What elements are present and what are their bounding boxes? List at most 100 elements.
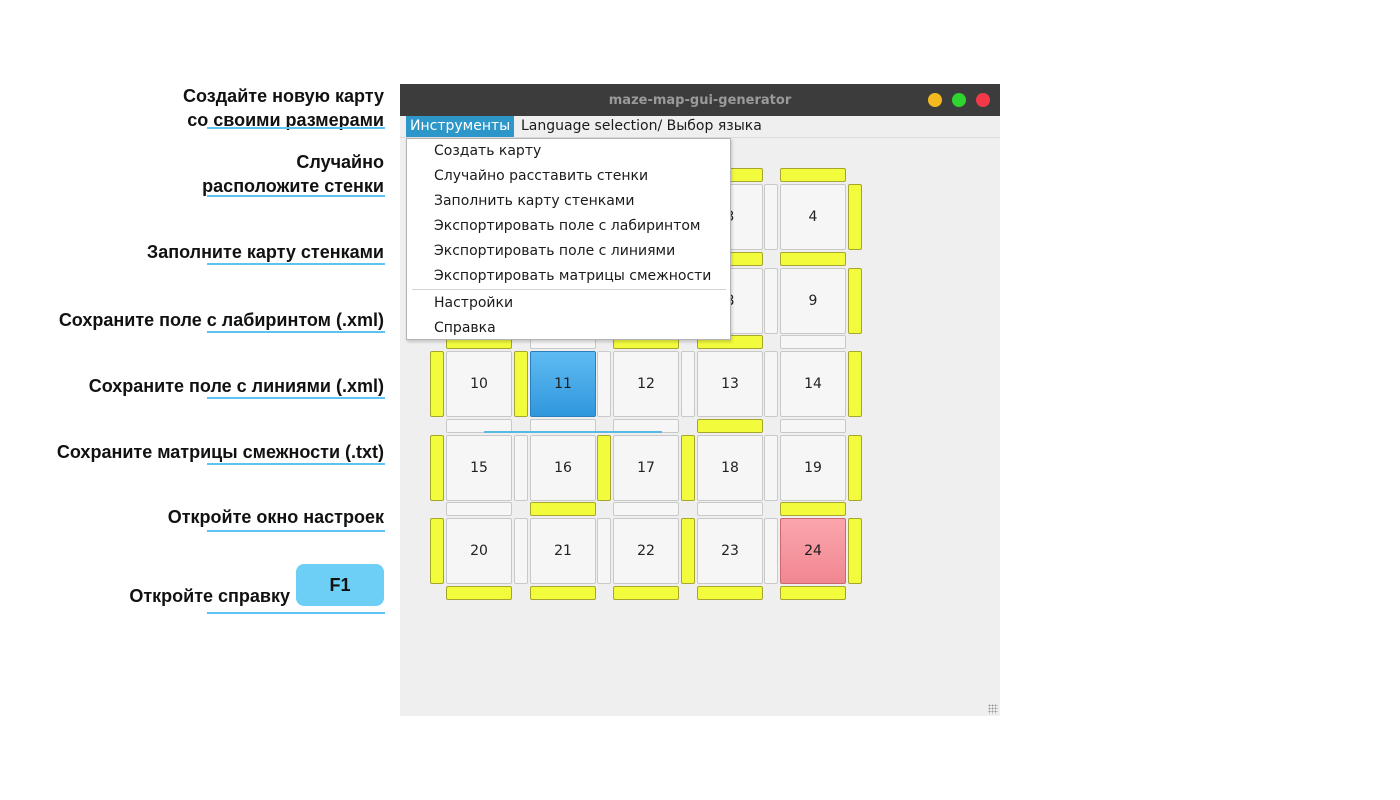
tools-dropdown-menu: Создать карту Случайно расставить стенки… [406, 138, 731, 340]
annotation-underline [207, 195, 385, 197]
wall-vertical[interactable] [764, 268, 778, 334]
annotation-open-help: Откройте справку [129, 584, 290, 608]
annotation-line: Откройте окно настроек [167, 507, 384, 527]
wall-vertical[interactable] [681, 435, 695, 501]
menu-item-export-maze[interactable]: Экспортировать поле с лабиринтом [407, 214, 730, 239]
window-title: maze-map-gui-generator [608, 92, 792, 108]
wall-vertical[interactable] [848, 184, 862, 250]
wall-horizontal[interactable] [613, 586, 679, 600]
menu-item-settings[interactable]: Настройки [407, 291, 730, 316]
annotation-underline [207, 463, 385, 465]
maze-cell[interactable]: 21 [530, 518, 596, 584]
wall-horizontal[interactable] [697, 419, 763, 433]
wall-vertical[interactable] [764, 351, 778, 417]
menu-item-help[interactable]: Справка [407, 316, 730, 341]
wall-horizontal[interactable] [780, 335, 846, 349]
wall-vertical[interactable] [764, 435, 778, 501]
annotation-open-settings: Откройте окно настроек [168, 505, 384, 529]
annotation-line: Сохраните матрицы смежности (.txt) [56, 442, 384, 462]
wall-vertical[interactable] [514, 435, 528, 501]
menu-language[interactable]: Language selection/ Выбор языка [517, 116, 766, 137]
annotation-underline [207, 530, 385, 532]
annotation-save-maze: Сохраните поле с лабиринтом (.xml) [59, 308, 384, 332]
maze-cell[interactable]: 13 [697, 351, 763, 417]
wall-horizontal[interactable] [697, 586, 763, 600]
maze-cell[interactable]: 15 [446, 435, 512, 501]
menu-item-create-map[interactable]: Создать карту [407, 139, 730, 164]
menu-item-export-lines[interactable]: Экспортировать поле с линиями [407, 239, 730, 264]
annotation-save-matrix: Сохраните матрицы смежности (.txt) [57, 440, 384, 464]
annotation-save-lines: Сохраните поле с линиями (.xml) [89, 374, 384, 398]
maze-cell[interactable]: 14 [780, 351, 846, 417]
wall-vertical[interactable] [764, 518, 778, 584]
annotation-underline [207, 397, 385, 399]
screenshot-canvas: Создайте новую карту со своими размерами… [0, 0, 1400, 800]
maze-cell[interactable]: 9 [780, 268, 846, 334]
app-window: maze-map-gui-generator Инструменты Langu… [400, 84, 1000, 716]
wall-horizontal[interactable] [613, 502, 679, 516]
cell-start[interactable]: 11 [530, 351, 596, 417]
maze-cell[interactable]: 19 [780, 435, 846, 501]
maze-cell[interactable]: 18 [697, 435, 763, 501]
wall-vertical[interactable] [848, 435, 862, 501]
wall-horizontal[interactable] [780, 419, 846, 433]
wall-horizontal[interactable] [780, 502, 846, 516]
wall-horizontal[interactable] [530, 502, 596, 516]
annotation-line: Заполните карту стенками [146, 242, 384, 262]
wall-horizontal[interactable] [530, 586, 596, 600]
wall-horizontal[interactable] [446, 586, 512, 600]
wall-vertical[interactable] [597, 435, 611, 501]
wall-horizontal[interactable] [446, 502, 512, 516]
wall-horizontal[interactable] [780, 586, 846, 600]
wall-vertical[interactable] [430, 435, 444, 501]
annotation-underline [207, 127, 385, 129]
wall-vertical[interactable] [764, 184, 778, 250]
cell-finish[interactable]: 24 [780, 518, 846, 584]
wall-vertical[interactable] [430, 351, 444, 417]
wall-vertical[interactable] [597, 351, 611, 417]
wall-vertical[interactable] [597, 518, 611, 584]
close-button[interactable] [976, 93, 990, 107]
wall-horizontal[interactable] [780, 168, 846, 182]
menu-tools[interactable]: Инструменты [406, 116, 515, 137]
maze-cell[interactable]: 20 [446, 518, 512, 584]
annotation-underline [207, 612, 385, 614]
title-bar[interactable]: maze-map-gui-generator [400, 84, 1000, 116]
annotation-fill-walls: Заполните карту стенками [147, 240, 384, 264]
f1-key-badge: F1 [296, 564, 384, 606]
annotation-line: Создайте новую карту [183, 86, 384, 106]
menu-item-fill-walls[interactable]: Заполнить карту стенками [407, 189, 730, 214]
annotation-line: Сохраните поле с линиями (.xml) [88, 376, 384, 396]
annotation-underline [207, 263, 385, 265]
wall-horizontal[interactable] [780, 252, 846, 266]
wall-vertical[interactable] [848, 351, 862, 417]
maze-cell[interactable]: 17 [613, 435, 679, 501]
maze-cell[interactable]: 22 [613, 518, 679, 584]
annotation-line: Откройте справку [129, 586, 290, 606]
maze-cell[interactable]: 4 [780, 184, 846, 250]
menu-item-random-walls[interactable]: Случайно расставить стенки [407, 164, 730, 189]
annotation-underline [207, 331, 385, 333]
annotation-random-walls: Случайно расположите стенки [202, 150, 384, 198]
resize-grip[interactable] [988, 704, 998, 714]
wall-vertical[interactable] [514, 351, 528, 417]
maze-cell[interactable]: 23 [697, 518, 763, 584]
annotation-create-map: Создайте новую карту со своими размерами [183, 84, 384, 132]
wall-horizontal[interactable] [697, 502, 763, 516]
wall-vertical[interactable] [514, 518, 528, 584]
wall-vertical[interactable] [681, 351, 695, 417]
annotation-line: Случайно [296, 152, 384, 172]
wall-vertical[interactable] [681, 518, 695, 584]
annotation-line: Сохраните поле с лабиринтом (.xml) [58, 310, 384, 330]
maximize-button[interactable] [952, 93, 966, 107]
wall-vertical[interactable] [848, 518, 862, 584]
menu-bar: Инструменты Language selection/ Выбор яз… [400, 116, 1000, 138]
maze-cell[interactable]: 12 [613, 351, 679, 417]
maze-cell[interactable]: 16 [530, 435, 596, 501]
menu-separator [412, 289, 726, 290]
minimize-button[interactable] [928, 93, 942, 107]
maze-cell[interactable]: 10 [446, 351, 512, 417]
wall-vertical[interactable] [430, 518, 444, 584]
wall-vertical[interactable] [848, 268, 862, 334]
menu-item-export-matrix[interactable]: Экспортировать матрицы смежности [407, 264, 730, 289]
